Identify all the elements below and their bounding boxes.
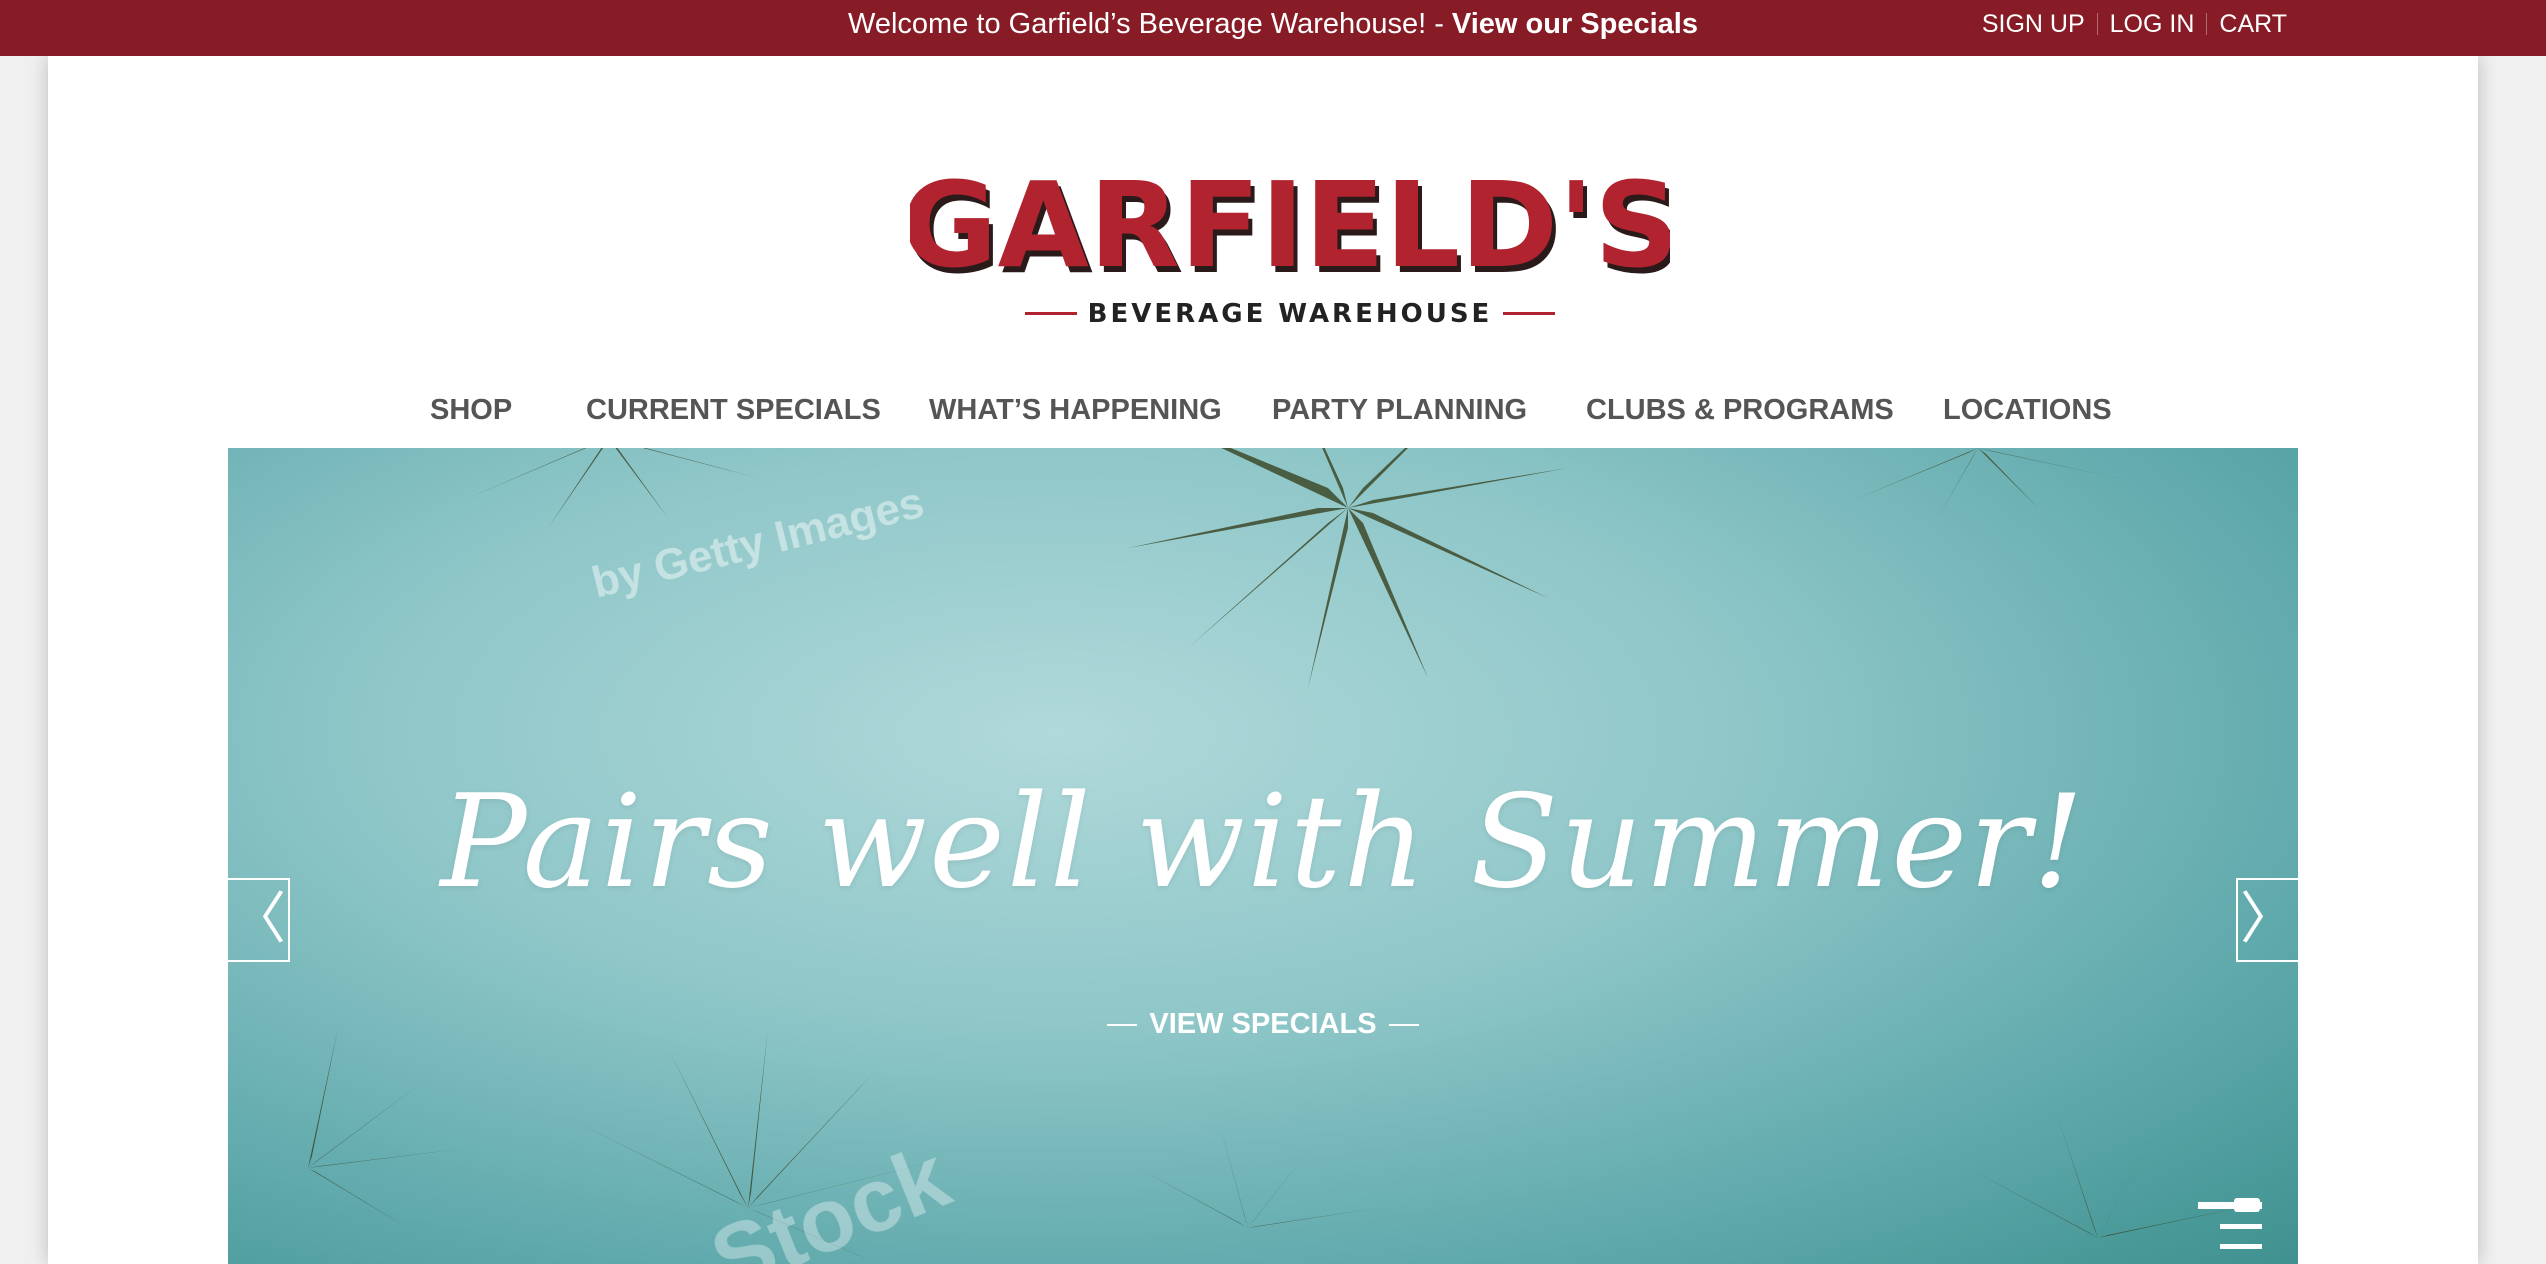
nav-item-shop[interactable]: SHOP [430, 394, 512, 427]
top-announcement-bar: Welcome to Garfield’s Beverage Warehouse… [0, 0, 2546, 56]
chevron-right-icon: 〉 [2240, 887, 2296, 950]
dash-decoration [1107, 1024, 1138, 1027]
log-in-link[interactable]: LOG IN [2098, 10, 2207, 39]
view-specials-label[interactable]: VIEW SPECIALS [1149, 1008, 1376, 1040]
sign-up-link[interactable]: SIGN UP [1970, 10, 2097, 39]
logo-rule-right [1503, 312, 1555, 315]
welcome-text: Welcome to Garfield’s Beverage Warehouse… [848, 8, 1452, 40]
logo-wordmark: GARFIELD'S [910, 156, 1670, 294]
chevron-left-icon: 〈 [230, 887, 286, 950]
hero-headline: Pairs well with Summer! [440, 768, 2086, 917]
garfields-logo[interactable]: GARFIELD'S GARFIELD'S BEVERAGE WAREHOUSE [910, 120, 1670, 340]
nav-item-clubs-programs[interactable]: CLUBS & PROGRAMS [1586, 394, 1894, 427]
slider-next-button[interactable]: 〉 [2236, 878, 2298, 962]
nav-item-whats-happening[interactable]: WHAT’S HAPPENING [929, 394, 1222, 427]
view-specials-cta[interactable]: VIEW SPECIALS [228, 1008, 2298, 1041]
hero-slider: by Getty Images Stock Pairs well with Su… [228, 448, 2298, 1264]
view-specials-link[interactable]: View our Specials [1452, 8, 1698, 40]
nav-item-locations[interactable]: LOCATIONS [1943, 394, 2112, 427]
nav-item-current-specials[interactable]: CURRENT SPECIALS [586, 394, 881, 427]
logo-tagline: BEVERAGE WAREHOUSE [1088, 299, 1493, 329]
account-links: SIGN UP LOG IN CART [1970, 0, 2299, 48]
dash-decoration [1388, 1024, 1419, 1027]
slider-prev-button[interactable]: 〈 [228, 878, 290, 962]
logo-rule-left [1025, 312, 1077, 315]
nav-item-party-planning[interactable]: PARTY PLANNING [1272, 394, 1527, 427]
cart-link[interactable]: CART [2207, 10, 2299, 39]
hamburger-icon[interactable] [2198, 1196, 2262, 1258]
page-container: GARFIELD'S GARFIELD'S BEVERAGE WAREHOUSE… [48, 56, 2478, 1264]
